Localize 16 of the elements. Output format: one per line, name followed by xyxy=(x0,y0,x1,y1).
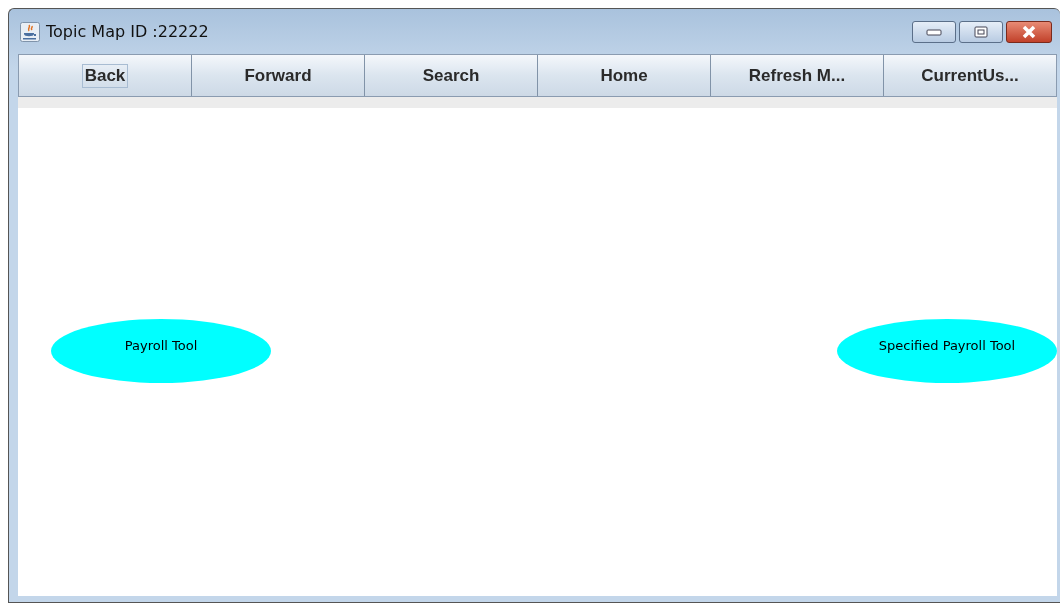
toolbar-button[interactable]: Refresh M... xyxy=(710,55,883,96)
topic-node[interactable]: Payroll Tool xyxy=(51,319,271,383)
toolbar-button[interactable]: Home xyxy=(537,55,710,96)
toolbar-button[interactable]: CurrentUs... xyxy=(883,55,1056,96)
topic-node[interactable]: Specified Payroll Tool xyxy=(837,319,1057,383)
maximize-icon xyxy=(973,25,989,38)
window-title: Topic Map ID :22222 xyxy=(46,22,210,41)
close-icon xyxy=(1020,24,1038,39)
app-icon xyxy=(20,21,40,42)
maximize-button[interactable] xyxy=(959,20,1003,43)
minimize-icon xyxy=(926,27,942,36)
toolbar-button[interactable]: Search xyxy=(364,55,537,96)
minimize-button[interactable] xyxy=(912,20,956,43)
toolbar-button[interactable]: Forward xyxy=(191,55,364,96)
close-button[interactable] xyxy=(1006,20,1052,43)
toolbar-button[interactable]: Back xyxy=(19,55,191,96)
